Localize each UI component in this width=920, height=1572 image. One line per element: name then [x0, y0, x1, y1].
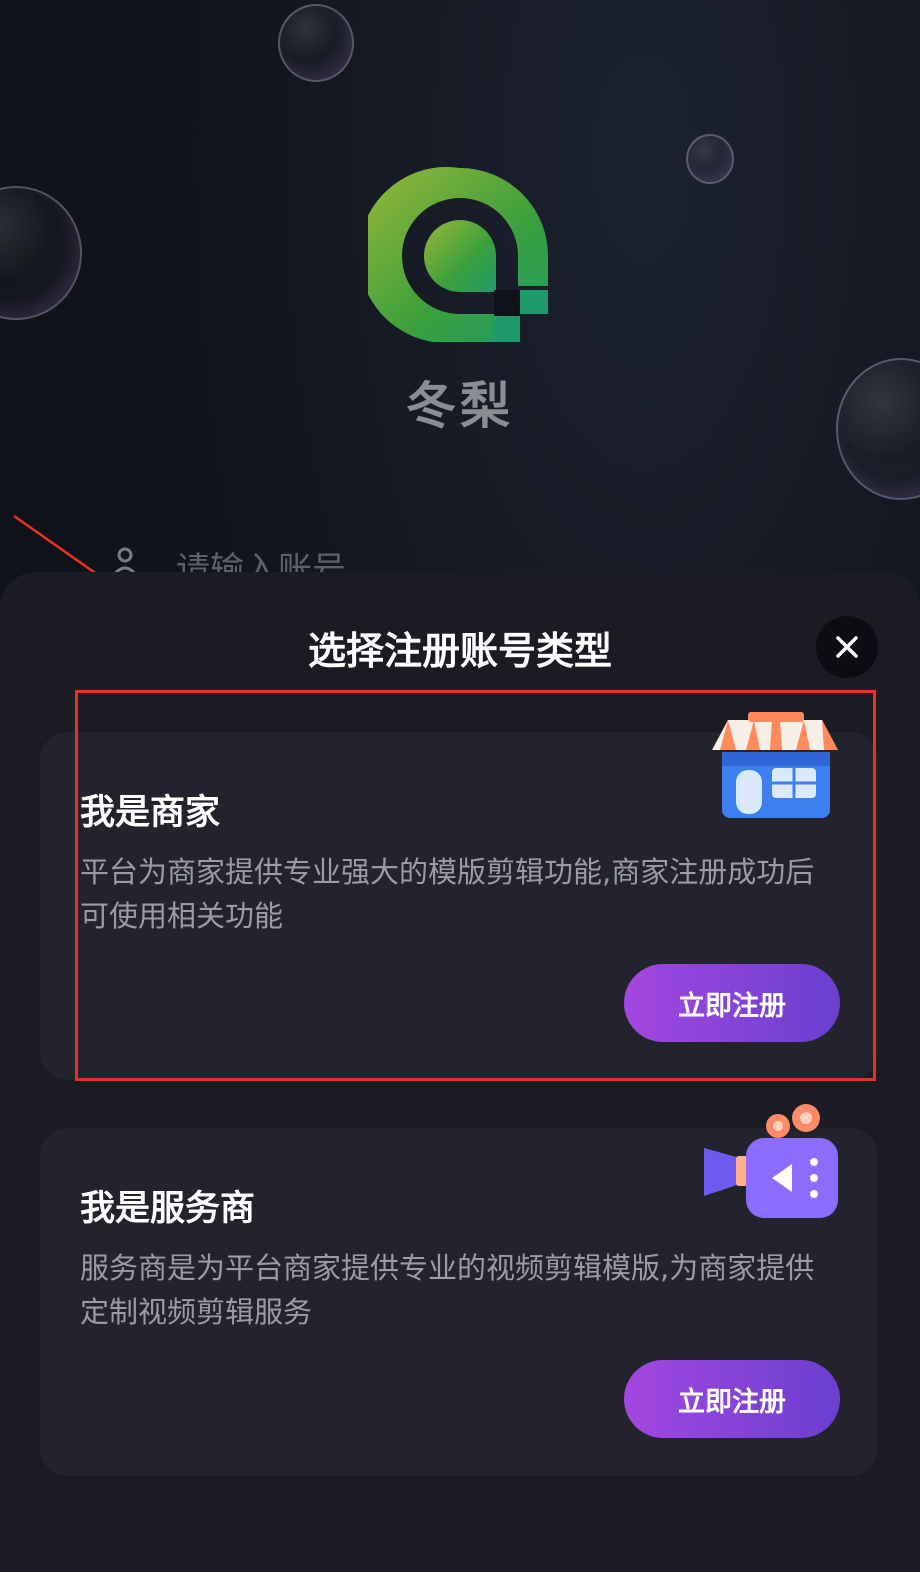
- bubble-decoration: [0, 186, 82, 320]
- close-icon: [836, 636, 858, 658]
- sheet-title: 选择注册账号类型: [307, 629, 612, 673]
- bubble-decoration: [836, 358, 920, 500]
- bubble-decoration: [278, 4, 354, 82]
- app-logo-icon: [368, 167, 548, 342]
- app-name: 冬梨: [406, 377, 514, 435]
- service-provider-option-description: 服务商是为平台商家提供专业的视频剪辑模版,为商家提供定制视频剪辑服务: [80, 1251, 815, 1329]
- service-provider-option-title: 我是服务商: [80, 1189, 256, 1229]
- bubble-decoration: [686, 134, 734, 184]
- login-screen: 冬梨 请输入账号 选择注册账号类型 我是商家 平台为商家提供专业强大的模版剪辑功…: [0, 0, 920, 1572]
- service-provider-register-button[interactable]: 立即注册: [624, 1360, 840, 1438]
- annotation-highlight-box: [75, 690, 876, 1081]
- video-camera-icon: [704, 1104, 838, 1218]
- service-provider-option-card[interactable]: 我是服务商 服务商是为平台商家提供专业的视频剪辑模版,为商家提供定制视频剪辑服务…: [40, 1104, 878, 1476]
- close-button[interactable]: [816, 616, 878, 678]
